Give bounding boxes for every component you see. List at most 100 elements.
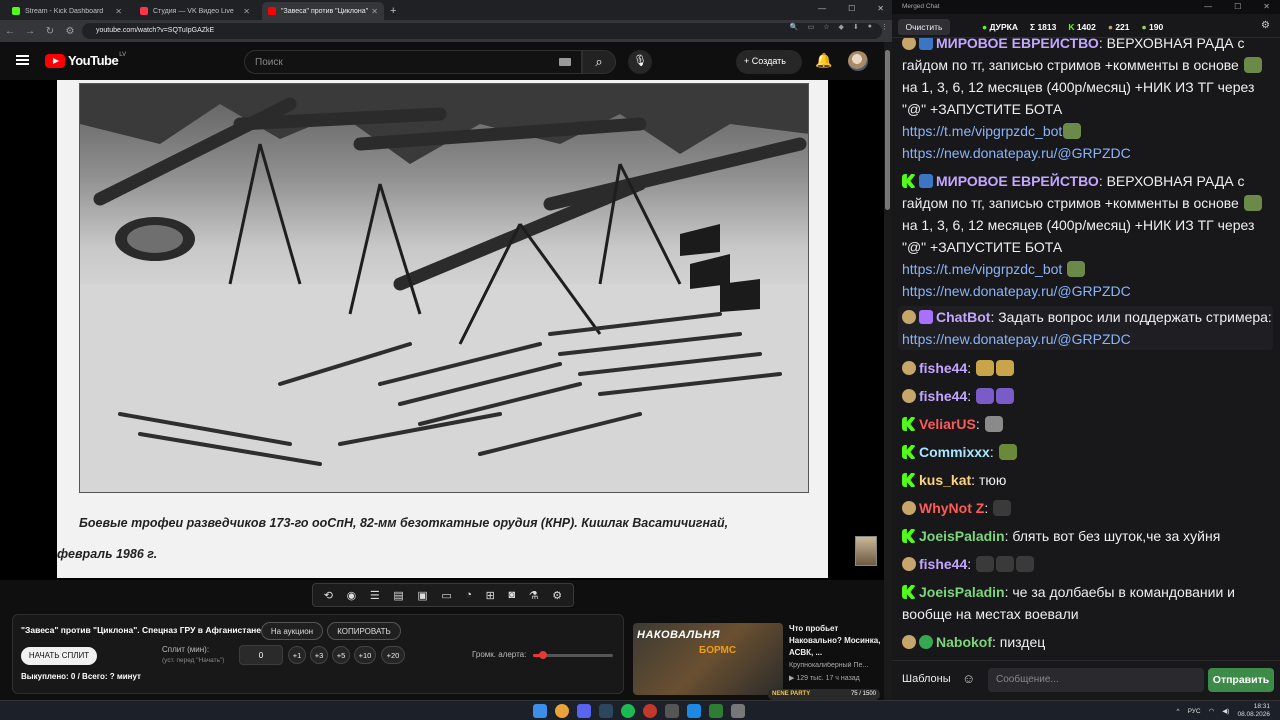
theater-icon[interactable]: ▭	[441, 589, 451, 602]
clapper-icon[interactable]: ▤	[393, 589, 403, 602]
obs-icon[interactable]	[643, 704, 657, 718]
chat-username[interactable]: fishe44	[919, 360, 967, 376]
templates-button[interactable]: Шаблоны	[902, 673, 951, 685]
tab-vk-studio[interactable]: Студия — VK Видео Live ✕	[134, 2, 256, 20]
speed-gauge-icon[interactable]: ◔	[465, 589, 472, 601]
screenshot-camera-icon[interactable]: ◙	[508, 589, 515, 601]
youtube-logo[interactable]: YouTube LV	[45, 52, 126, 68]
download-icon[interactable]: ⬇	[853, 23, 859, 31]
increment-20-button[interactable]: +20	[381, 646, 405, 664]
loop-icon[interactable]: ⟲	[324, 589, 333, 602]
chat-username[interactable]: ChatBot	[936, 309, 990, 325]
settings-gear-icon[interactable]: ⚙	[552, 589, 562, 602]
add-clip-icon[interactable]: ⊞	[486, 589, 495, 602]
maximize-icon[interactable]: ☐	[848, 4, 855, 13]
avatar[interactable]	[848, 51, 868, 71]
bookmark-star-icon[interactable]: ☆	[823, 23, 829, 31]
chat-username[interactable]: fishe44	[919, 556, 967, 572]
maximize-icon[interactable]: ☐	[1234, 2, 1241, 11]
close-window-icon[interactable]: ✕	[1263, 2, 1270, 11]
flask-icon[interactable]: ⚗	[529, 589, 539, 602]
close-tab-icon[interactable]: ✕	[371, 7, 378, 16]
reload-icon[interactable]: ↻	[40, 26, 60, 37]
minimize-icon[interactable]: —	[818, 4, 826, 13]
increment-1-button[interactable]: +1	[288, 646, 306, 664]
notifications-bell-icon[interactable]: 🔔	[815, 52, 832, 69]
increment-10-button[interactable]: +10	[354, 646, 376, 664]
clock[interactable]: 18:31 08.08.2026	[1237, 703, 1270, 719]
recommended-video-thumbnail[interactable]: НАКОВАЛЬНЯ БОРМС	[633, 623, 783, 695]
start-split-button[interactable]: НАЧАТЬ СПЛИТ	[21, 647, 97, 665]
voice-search-button[interactable]: 🎙	[628, 50, 652, 74]
app-icon[interactable]	[709, 704, 723, 718]
chat-username[interactable]: JoeisPaladin	[919, 584, 1005, 600]
cast-icon[interactable]: ▭	[808, 23, 815, 31]
zoom-icon[interactable]: 🔍	[790, 23, 799, 31]
wifi-icon[interactable]: ◠	[1209, 707, 1215, 715]
search-button[interactable]: ⌕	[582, 50, 616, 74]
increment-5-button[interactable]: +5	[332, 646, 350, 664]
miniature-thumbnail[interactable]	[855, 536, 877, 566]
chat-username[interactable]: МИРОВОЕ ЕВРЕЙСТВО	[936, 38, 1099, 51]
chat-link[interactable]: https://new.donatepay.ru/@GRPZDC	[902, 283, 1131, 299]
hamburger-menu-icon[interactable]	[16, 55, 29, 65]
chat-link[interactable]: https://new.donatepay.ru/@GRPZDC	[902, 145, 1131, 161]
volume-icon[interactable]: ◀)	[1222, 707, 1229, 715]
chat-username[interactable]: JoeisPaladin	[919, 528, 1005, 544]
extension-icon[interactable]: ◆	[839, 23, 844, 31]
close-tab-icon[interactable]: ✕	[243, 7, 250, 16]
clear-chat-button[interactable]: Очистить	[898, 19, 950, 35]
minimize-icon[interactable]: —	[1204, 2, 1212, 11]
telegram-icon[interactable]	[687, 704, 701, 718]
app-icon[interactable]	[665, 704, 679, 718]
chat-link[interactable]: https://t.me/vipgrpzdc_bot	[902, 123, 1062, 139]
chat-username[interactable]: VeliarUS	[919, 416, 976, 432]
chat-username[interactable]: Nabokof	[936, 634, 992, 650]
close-tab-icon[interactable]: ✕	[115, 7, 122, 16]
spotify-icon[interactable]	[621, 704, 635, 718]
chat-username[interactable]: МИРОВОЕ ЕВРЕЙСТВО	[936, 173, 1099, 189]
profile-icon[interactable]: ●	[868, 23, 872, 31]
forward-arrow-icon[interactable]: →	[20, 26, 40, 37]
send-button[interactable]: Отправить	[1208, 668, 1274, 692]
audio-wave-icon[interactable]: ◉	[347, 589, 357, 602]
chat-link[interactable]: https://new.donatepay.ru/@GRPZDC	[902, 331, 1131, 347]
steam-icon[interactable]	[599, 704, 613, 718]
auction-button[interactable]: На аукцион	[261, 622, 323, 640]
back-arrow-icon[interactable]: ←	[0, 26, 20, 37]
tray-chevron-icon[interactable]: ^	[1177, 708, 1180, 715]
increment-3-button[interactable]: +3	[310, 646, 328, 664]
chat-username[interactable]: fishe44	[919, 388, 967, 404]
app-icon[interactable]	[731, 704, 745, 718]
tab-youtube-video[interactable]: "Завеса" против "Циклона" ✕	[262, 2, 384, 20]
recommended-channel[interactable]: Крупнокалиберный Пе...	[789, 662, 884, 669]
new-tab-button[interactable]: +	[390, 5, 396, 17]
page-scrollbar[interactable]	[884, 42, 892, 700]
playlist-icon[interactable]: ☰	[370, 589, 380, 602]
keyboard-icon[interactable]	[559, 58, 571, 66]
emoji-picker-icon[interactable]: ☺	[962, 671, 975, 686]
language-indicator[interactable]: РУС	[1188, 708, 1201, 715]
search-input[interactable]: Поиск	[244, 50, 582, 74]
chat-username[interactable]: Commixxx	[919, 444, 990, 460]
tab-kick-dashboard[interactable]: Stream - Kick Dashboard ✕	[6, 2, 128, 20]
close-window-icon[interactable]: ✕	[877, 4, 884, 13]
split-minutes-input[interactable]: 0	[239, 645, 283, 665]
pip-icon[interactable]: ▣	[417, 589, 427, 602]
alert-volume-slider[interactable]	[533, 651, 613, 659]
start-windows-icon[interactable]	[533, 704, 547, 718]
chat-link[interactable]: https://t.me/vipgrpzdc_bot	[902, 261, 1062, 277]
chat-username[interactable]: kus_kat	[919, 472, 971, 488]
chat-username[interactable]: WhyNot Z	[919, 500, 984, 516]
site-info-icon[interactable]: ⚙	[60, 26, 80, 37]
scrollbar-thumb[interactable]	[885, 50, 890, 210]
url-field[interactable]: youtube.com/watch?v=SQTuIpGAZkE	[82, 23, 882, 39]
chat-settings-gear-icon[interactable]: ⚙	[1261, 20, 1270, 31]
create-button[interactable]: + Создать	[736, 50, 802, 74]
slider-knob[interactable]	[538, 651, 547, 659]
menu-dots-icon[interactable]: ⋮	[881, 23, 888, 31]
recommended-video-title[interactable]: Что пробьет Наковально? Мосинка, АСВК, .…	[789, 623, 881, 659]
chat-message-input[interactable]: Сообщение...	[988, 668, 1204, 692]
discord-icon[interactable]	[577, 704, 591, 718]
video-player[interactable]: Боевые трофеи разведчиков 173-го ооСпН, …	[0, 80, 884, 580]
